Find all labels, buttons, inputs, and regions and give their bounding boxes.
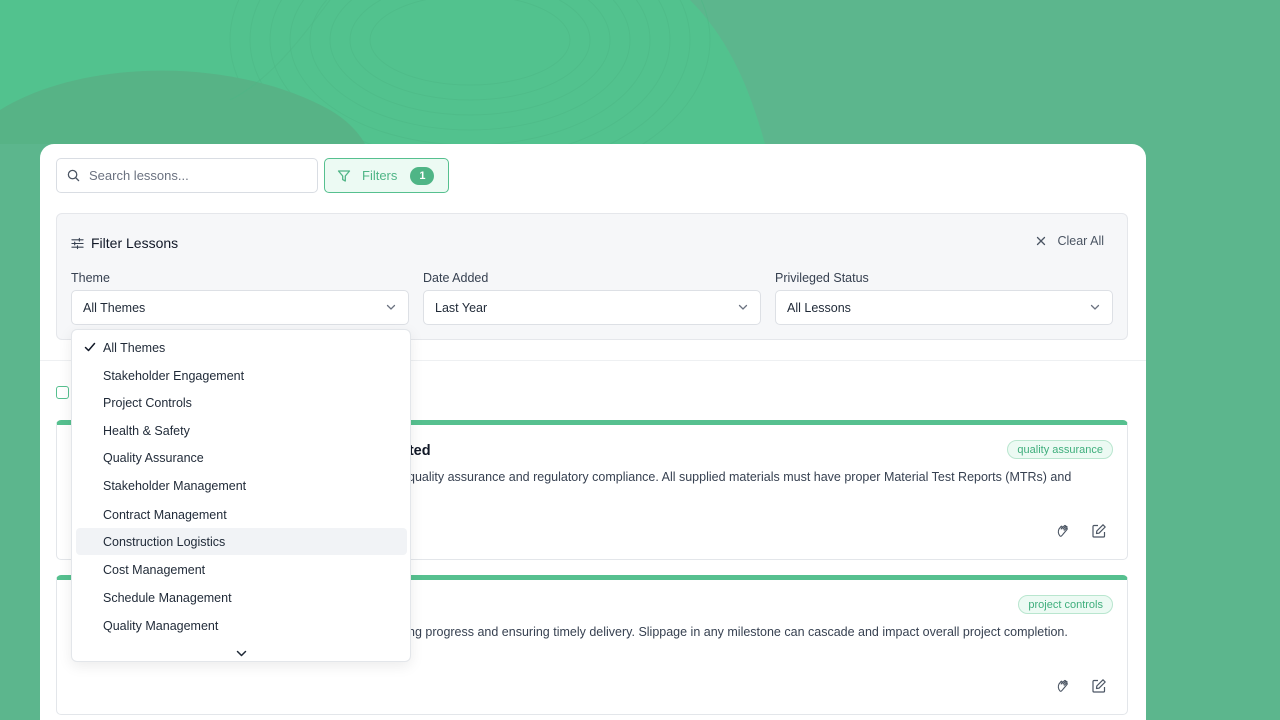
theme-select[interactable]: All Themes [71,290,409,325]
theme-option-construction-logistics[interactable]: Construction Logistics [76,528,407,555]
clap-icon[interactable] [1055,678,1071,694]
date-added-select-value: Last Year [435,300,488,315]
filter-title: Filter Lessons [71,235,178,251]
filters-count-badge: 1 [410,166,435,185]
theme-option-quality-management[interactable]: Quality Management [76,612,407,639]
edit-icon[interactable] [1091,678,1107,694]
theme-option-label: Construction Logistics [103,534,226,549]
theme-option-label: All Themes [103,340,166,355]
theme-option-label: Project Controls [103,395,192,410]
clear-all-button[interactable]: Clear All [1036,234,1104,248]
theme-option-health-safety[interactable]: Health & Safety [76,417,407,444]
privileged-status-select[interactable]: All Lessons [775,290,1113,325]
privileged-status-select-value: All Lessons [787,300,851,315]
theme-option-project-controls[interactable]: Project Controls [76,389,407,416]
clear-all-label: Clear All [1057,234,1104,248]
theme-option-label: Schedule Management [103,590,232,605]
theme-dropdown-menu: All Themes Stakeholder Engagement Projec… [71,329,411,662]
funnel-icon [337,169,351,182]
filters-button[interactable]: Filters 1 [324,158,449,193]
theme-option-cost-management[interactable]: Cost Management [76,556,407,583]
clap-icon[interactable] [1055,523,1071,539]
theme-option-quality-assurance[interactable]: Quality Assurance [76,444,407,471]
theme-option-label: Stakeholder Management [103,478,247,493]
lesson-card-description: quality assurance and regulatory complia… [408,470,1072,484]
theme-option-stakeholder-engagement[interactable]: Stakeholder Engagement [76,362,407,389]
check-icon [84,342,96,352]
lesson-card-tag: quality assurance [1007,440,1113,459]
theme-option-label: Quality Assurance [103,450,204,465]
theme-label: Theme [71,271,110,285]
theme-option-all-themes[interactable]: All Themes [76,334,407,361]
theme-option-label: Health & Safety [103,423,190,438]
theme-option-label: Contract Management [103,507,227,522]
sliders-icon [71,237,84,249]
scroll-down-chevron-icon[interactable] [236,645,247,663]
edit-icon[interactable] [1091,523,1107,539]
close-icon [1037,236,1046,246]
theme-option-label: Cost Management [103,562,206,577]
select-all-checkbox[interactable] [56,386,69,399]
theme-option-contract-management[interactable]: Contract Management [76,501,407,528]
chevron-down-icon [386,304,396,310]
theme-option-schedule-management[interactable]: Schedule Management [76,584,407,611]
filters-label: Filters [362,168,398,183]
search-input[interactable] [89,168,289,183]
date-added-label: Date Added [423,271,489,285]
theme-option-label: Stakeholder Engagement [103,368,245,383]
filter-lessons-box: Filter Lessons Clear All Theme Date Adde… [56,213,1128,340]
chevron-down-icon [1090,304,1100,310]
search-icon [67,169,80,182]
chevron-down-icon [738,304,748,310]
lesson-card-tag: project controls [1018,595,1113,614]
theme-select-value: All Themes [83,300,146,315]
theme-option-stakeholder-management[interactable]: Stakeholder Management [76,472,407,499]
date-added-select[interactable]: Last Year [423,290,761,325]
theme-option-label: Quality Management [103,618,219,633]
privileged-status-label: Privileged Status [775,271,869,285]
search-box[interactable] [56,158,318,193]
lesson-card-description: ng progress and ensuring timely delivery… [408,625,1068,639]
filter-title-text: Filter Lessons [91,235,179,251]
